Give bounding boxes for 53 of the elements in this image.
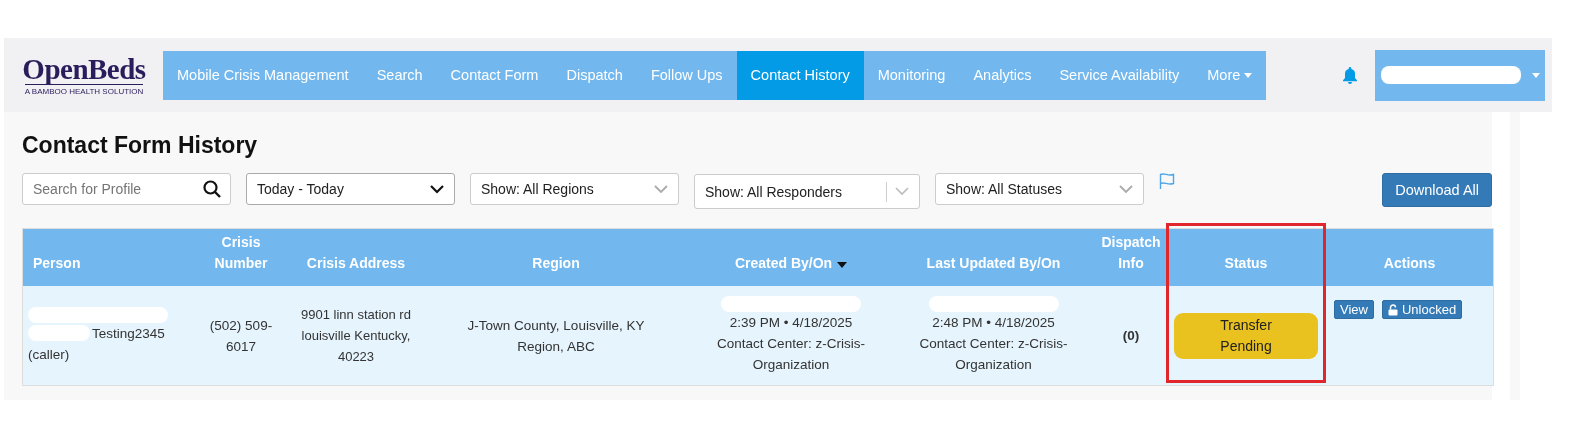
table-cell-text: Contact Center: z-Crisis-Organization bbox=[918, 335, 1069, 374]
table-cell-text: Contact Center: z-Crisis-Organization bbox=[716, 335, 866, 374]
column-header: Actions bbox=[1382, 254, 1437, 273]
nav-item[interactable]: Monitoring bbox=[863, 50, 960, 100]
nav-item[interactable]: Contact History bbox=[736, 50, 864, 100]
column-header: Crisis Number bbox=[213, 233, 269, 273]
nav-item[interactable]: Analytics bbox=[959, 50, 1046, 100]
caret-icon bbox=[1244, 72, 1253, 78]
responder-dropdown[interactable]: Show: All Responders bbox=[694, 174, 920, 209]
nav-item[interactable]: Follow Ups bbox=[636, 50, 737, 100]
flag-icon[interactable] bbox=[1159, 173, 1175, 190]
column-header: Dispatch Info bbox=[1100, 233, 1162, 273]
column-header[interactable]: Created By/On bbox=[691, 229, 891, 286]
chevron-icon bbox=[654, 184, 668, 194]
logo-name: OpenBeds bbox=[22, 54, 146, 84]
logo-tagline: A BAMBOO HEALTH SOLUTION bbox=[24, 84, 144, 96]
nav-item[interactable]: Contact Form bbox=[436, 50, 553, 100]
nav-item[interactable]: Search bbox=[362, 50, 437, 100]
column-header: Last Updated By/On bbox=[925, 254, 1062, 273]
lock-button[interactable]: Unlocked bbox=[1381, 300, 1463, 319]
download-all-button[interactable]: Download All bbox=[1382, 173, 1492, 207]
table-cell-text: (0) bbox=[1122, 327, 1140, 345]
chevron-icon bbox=[1119, 184, 1133, 194]
nav-item[interactable]: Dispatch bbox=[552, 50, 637, 100]
user-menu[interactable] bbox=[1375, 49, 1546, 101]
table-cell-text: 9901 linn station rd louisville Kentucky, 40223 bbox=[300, 306, 412, 366]
status-dropdown[interactable]: Show: All Statuses bbox=[935, 173, 1144, 205]
column-header: Status bbox=[1223, 254, 1269, 273]
caret-icon bbox=[1531, 72, 1540, 78]
table-cell-text: 2:48 PM • 4/18/2025 bbox=[932, 314, 1055, 332]
column-header: Crisis Address bbox=[305, 254, 407, 273]
view-button[interactable]: View bbox=[1334, 300, 1374, 319]
table-cell-text: (502) 509-6017 bbox=[208, 316, 274, 356]
nav-item[interactable]: Service Availability bbox=[1045, 50, 1194, 100]
person-name: Testing2345 bbox=[92, 324, 165, 343]
person-role: (caller) bbox=[28, 345, 70, 364]
table-cell-text: J-Town County, Louisville, KY Region, ABC bbox=[466, 316, 646, 356]
column-header: Region bbox=[531, 254, 581, 273]
table-cell-text: 2:39 PM • 4/18/2025 bbox=[729, 314, 853, 332]
page-title: Contact Form History bbox=[22, 132, 259, 159]
region-dropdown[interactable]: Show: All Regions bbox=[470, 173, 679, 205]
search-icon bbox=[203, 180, 221, 198]
logo[interactable]: OpenBeds A BAMBOO HEALTH SOLUTION bbox=[14, 54, 154, 96]
nav-item[interactable]: Mobile Crisis Management bbox=[163, 50, 363, 100]
nav-item[interactable]: More bbox=[1193, 50, 1267, 100]
redaction-mark bbox=[28, 325, 90, 341]
bell-icon[interactable] bbox=[1342, 66, 1359, 84]
search-field[interactable]: Search for Profile bbox=[22, 173, 231, 205]
column-header: Person bbox=[32, 254, 82, 273]
chevron-icon bbox=[430, 184, 444, 194]
chevron-icon bbox=[895, 187, 909, 196]
date-range-dropdown[interactable]: Today - Today bbox=[246, 173, 455, 205]
status-badge: Transfer Pending bbox=[1174, 312, 1318, 359]
